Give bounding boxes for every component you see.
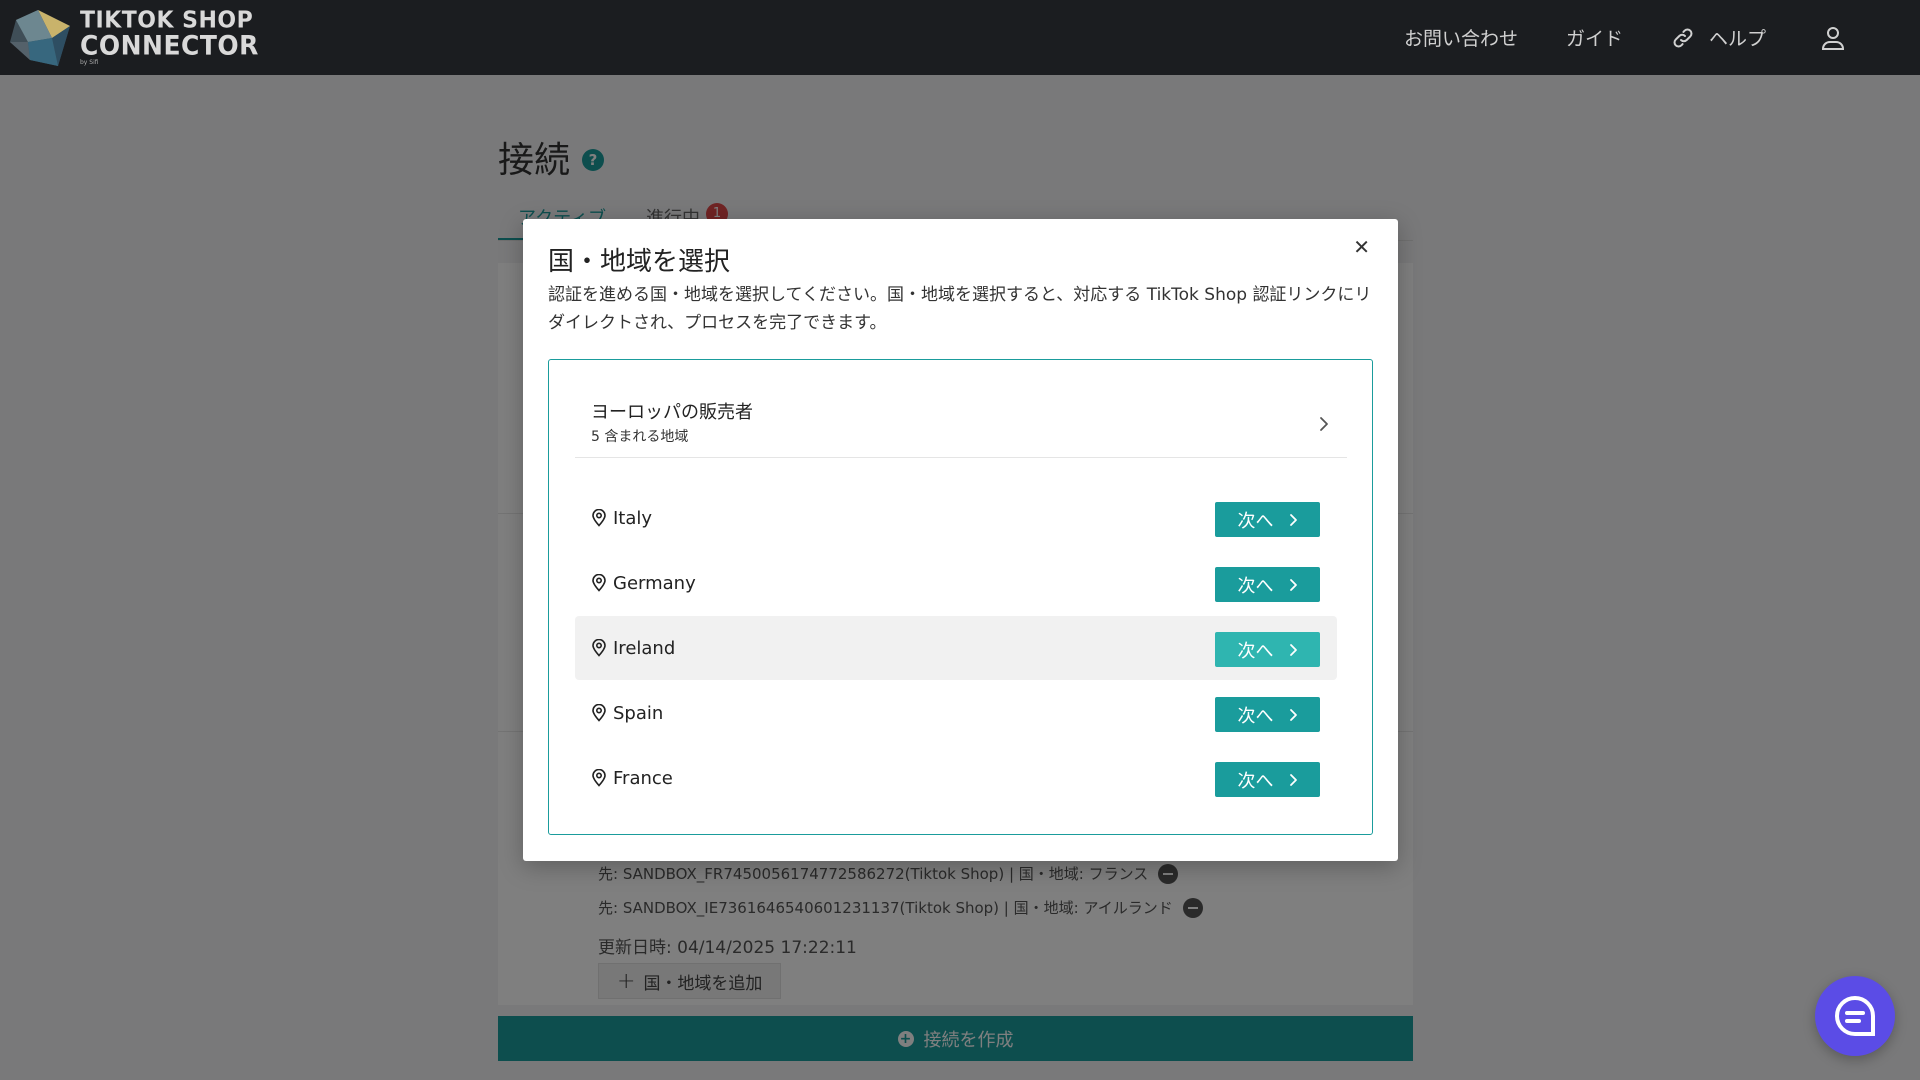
region-name: Germany <box>613 572 696 594</box>
region-name: Ireland <box>613 637 676 659</box>
close-icon[interactable]: ✕ <box>1353 237 1370 257</box>
nav-help-label: ヘルプ <box>1708 28 1766 50</box>
region-group-count: 5 含まれる地域 <box>591 429 689 445</box>
modal-title: 国・地域を選択 <box>548 247 731 277</box>
region-row-italy: Italy 次へ <box>575 486 1337 550</box>
region-group-name: ヨーロッパの販売者 <box>591 402 753 423</box>
user-menu-button[interactable] <box>1820 25 1860 51</box>
region-group-europe[interactable]: ヨーロッパの販売者 5 含まれる地域 <box>575 396 1347 458</box>
next-button-spain[interactable]: 次へ <box>1215 697 1320 732</box>
next-button-italy[interactable]: 次へ <box>1215 502 1320 537</box>
nav-contact-label: お問い合わせ <box>1403 28 1518 50</box>
location-pin-icon <box>592 574 606 592</box>
chevron-right-icon <box>1320 417 1328 431</box>
next-button-germany[interactable]: 次へ <box>1215 567 1320 602</box>
next-label: 次へ <box>1237 705 1274 727</box>
nav-help-link[interactable]: ヘルプ <box>1671 24 1766 51</box>
user-icon <box>1821 26 1845 50</box>
region-row-spain: Spain 次へ <box>575 681 1337 745</box>
chevron-right-icon <box>1289 708 1297 721</box>
next-button-ireland[interactable]: 次へ <box>1215 632 1320 667</box>
location-pin-icon <box>592 509 606 527</box>
select-region-modal: ✕ 国・地域を選択 認証を進める国・地域を選択してください。国・地域を選択すると… <box>523 219 1398 861</box>
region-name: Italy <box>613 507 653 529</box>
logo-icon <box>10 10 70 66</box>
location-pin-icon <box>592 769 606 787</box>
chevron-right-icon <box>1289 513 1297 526</box>
region-name: France <box>613 767 673 789</box>
chat-bubble-icon <box>1835 995 1875 1036</box>
nav-guide-link[interactable]: ガイド <box>1566 24 1623 51</box>
header-nav: お問い合わせ ガイド ヘルプ <box>1356 0 1860 75</box>
chat-support-button[interactable] <box>1815 976 1895 1056</box>
region-row-ireland: Ireland 次へ <box>575 616 1337 680</box>
chevron-right-icon <box>1289 643 1297 656</box>
chevron-right-icon <box>1289 773 1297 786</box>
nav-contact-link[interactable]: お問い合わせ <box>1404 24 1518 51</box>
logo-text-line2: CONNECTOR <box>80 30 259 61</box>
region-list-container: ヨーロッパの販売者 5 含まれる地域 Italy 次へ Germany 次へ I… <box>548 359 1373 835</box>
logo-text-line1: TIKTOK SHOP <box>80 7 254 34</box>
next-label: 次へ <box>1237 770 1274 792</box>
location-pin-icon <box>592 704 606 722</box>
top-navbar: TIKTOK SHOP CONNECTOR by Sifi お問い合わせ ガイド… <box>0 0 1920 75</box>
next-label: 次へ <box>1237 640 1274 662</box>
chevron-right-icon <box>1289 578 1297 591</box>
link-icon <box>1673 28 1693 47</box>
logo-byline: by Sifi <box>80 59 99 66</box>
modal-description: 認証を進める国・地域を選択してください。国・地域を選択すると、対応する TikT… <box>548 285 1372 333</box>
region-row-germany: Germany 次へ <box>575 551 1337 615</box>
region-row-france: France 次へ <box>575 746 1337 810</box>
region-name: Spain <box>613 702 664 724</box>
next-label: 次へ <box>1237 575 1274 597</box>
nav-guide-label: ガイド <box>1565 28 1623 50</box>
location-pin-icon <box>592 639 606 657</box>
next-button-france[interactable]: 次へ <box>1215 762 1320 797</box>
app-logo[interactable]: TIKTOK SHOP CONNECTOR by Sifi <box>8 8 259 68</box>
next-label: 次へ <box>1237 510 1274 532</box>
